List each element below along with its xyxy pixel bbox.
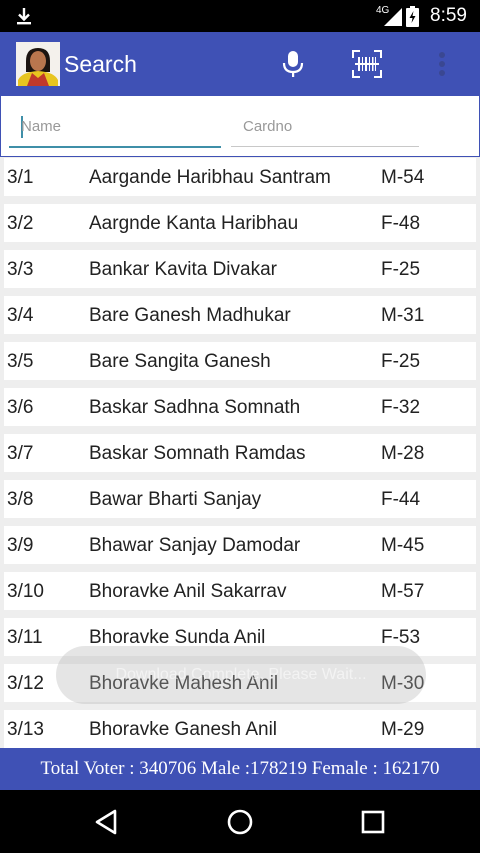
page-title: Search [64, 51, 137, 77]
cardno-placeholder: Cardno [243, 118, 293, 135]
list-item[interactable]: 3/8 Bawar Bharti Sanjay F-44 [4, 480, 476, 518]
serial-number: 3/13 [7, 719, 44, 740]
list-item[interactable]: 3/5 Bare Sangita Ganesh F-25 [4, 342, 476, 380]
serial-number: 3/7 [7, 443, 34, 464]
voter-name: Bawar Bharti Sanjay [89, 489, 262, 510]
more-vert-icon[interactable] [437, 49, 447, 81]
clock: 8:59 [430, 5, 467, 26]
voter-name: Bhoravke Anil Sakarrav [89, 581, 287, 602]
list-item[interactable]: 3/7 Baskar Somnath Ramdas M-28 [4, 434, 476, 472]
avatar[interactable] [16, 42, 60, 86]
total-voter-summary: Total Voter : 340706 Male :178219 Female… [0, 748, 480, 790]
gender-age: M-45 [381, 535, 425, 556]
list-item[interactable]: 3/4 Bare Ganesh Madhukar M-31 [4, 296, 476, 334]
gender-age: M-31 [381, 305, 425, 326]
gender-age: F-25 [381, 259, 421, 280]
voter-name: Baskar Somnath Ramdas [89, 443, 306, 464]
mic-icon[interactable] [281, 50, 305, 78]
voter-name: Aargande Haribhau Santram [89, 167, 331, 188]
serial-number: 3/6 [7, 397, 34, 418]
voter-name: Bankar Kavita Divakar [89, 259, 277, 280]
serial-number: 3/2 [7, 213, 34, 234]
profile-photo-icon [16, 42, 60, 86]
gender-age: M-28 [381, 443, 425, 464]
serial-number: 3/8 [7, 489, 34, 510]
voter-name: Bare Sangita Ganesh [89, 351, 271, 372]
voter-name: Bhoravke Ganesh Anil [89, 719, 278, 740]
navigation-bar [0, 790, 480, 853]
voter-name: Baskar Sadhna Somnath [89, 397, 301, 418]
search-panel: Name Cardno [0, 96, 480, 157]
cardno-search-input[interactable]: Cardno [231, 108, 419, 147]
voter-name: Aargnde Kanta Haribhau [89, 213, 299, 234]
gender-age: M-29 [381, 719, 425, 740]
gender-age: F-32 [381, 397, 421, 418]
list-item[interactable]: 3/2 Aargnde Kanta Haribhau F-48 [4, 204, 476, 242]
signal-icon [384, 8, 402, 26]
voter-name: Bare Ganesh Madhukar [89, 305, 291, 326]
name-placeholder: Name [21, 118, 62, 135]
list-item[interactable]: 3/1 Aargande Haribhau Santram M-54 [4, 158, 476, 196]
barcode-icon[interactable] [352, 50, 382, 78]
voter-name: Bhawar Sanjay Damodar [89, 535, 301, 556]
battery-icon [406, 6, 419, 27]
list-item[interactable]: 3/9 Bhawar Sanjay Damodar M-45 [4, 526, 476, 564]
list-item[interactable]: 3/3 Bankar Kavita Divakar F-25 [4, 250, 476, 288]
home-icon[interactable] [224, 806, 256, 838]
serial-number: 3/5 [7, 351, 34, 372]
status-bar: 4G 8:59 [0, 0, 480, 32]
recents-icon[interactable] [357, 806, 389, 838]
list-item[interactable]: 3/10 Bhoravke Anil Sakarrav M-57 [4, 572, 476, 610]
gender-age: M-54 [381, 167, 425, 188]
serial-number: 3/11 [7, 627, 43, 648]
serial-number: 3/3 [7, 259, 34, 280]
back-icon[interactable] [91, 806, 123, 838]
app-bar: Search [0, 32, 480, 96]
gender-age: F-48 [381, 213, 421, 234]
gender-age: F-44 [381, 489, 421, 510]
serial-number: 3/10 [7, 581, 44, 602]
download-icon [17, 8, 31, 25]
toast-message: Download Complete, Please Wait... [56, 646, 426, 704]
list-item[interactable]: 3/13 Bhoravke Ganesh Anil M-29 [4, 710, 476, 748]
serial-number: 3/12 [7, 673, 44, 694]
serial-number: 3/9 [7, 535, 34, 556]
gender-age: F-25 [381, 351, 421, 372]
list-item[interactable]: 3/6 Baskar Sadhna Somnath F-32 [4, 388, 476, 426]
serial-number: 3/1 [7, 167, 34, 188]
gender-age: M-57 [381, 581, 425, 602]
name-search-input[interactable]: Name [9, 108, 221, 148]
serial-number: 3/4 [7, 305, 34, 326]
